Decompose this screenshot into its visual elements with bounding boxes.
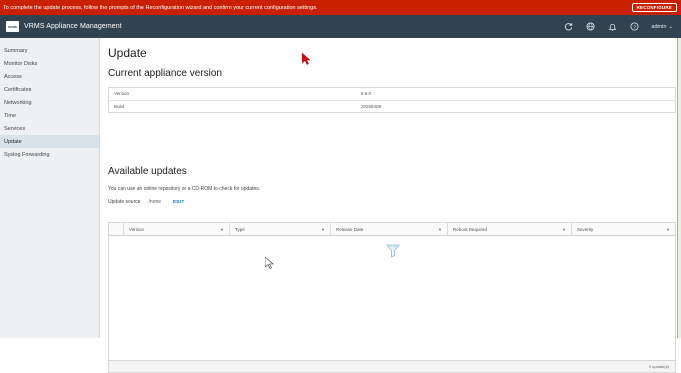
table-row: Build 20265408 — [109, 101, 675, 114]
empty-funnel-icon — [386, 244, 400, 258]
column-release-date[interactable]: Release Date ▼ — [330, 223, 447, 235]
mouse-pointer-icon — [265, 257, 274, 269]
version-value: 8.8.0 — [361, 91, 372, 97]
sidebar-item-monitor-disks[interactable]: Monitor Disks — [0, 57, 99, 70]
column-severity-label: Severity — [577, 226, 594, 232]
table-row: Version 8.8.0 — [109, 88, 675, 101]
select-column — [109, 223, 123, 235]
filter-icon[interactable]: ▼ — [438, 227, 442, 232]
build-value: 20265408 — [361, 104, 382, 110]
version-table: Version 8.8.0 Build 20265408 — [108, 87, 676, 113]
user-menu[interactable]: admin ⌄ — [651, 24, 673, 30]
svg-text:?: ? — [633, 24, 636, 30]
bell-icon[interactable] — [601, 15, 623, 38]
globe-icon[interactable] — [579, 15, 601, 38]
column-reboot-required[interactable]: Reboot Required ▼ — [447, 223, 571, 235]
column-version[interactable]: Version ▼ — [123, 223, 229, 235]
available-updates-heading: Available updates — [108, 166, 187, 177]
main-content: Update Current appliance version Version… — [108, 38, 677, 373]
sidebar-item-update[interactable]: Update — [0, 135, 99, 148]
column-reboot-required-label: Reboot Required — [453, 226, 488, 232]
current-version-heading: Current appliance version — [108, 68, 222, 79]
column-type-label: Type — [235, 226, 245, 232]
updates-datagrid: Version ▼ Type ▼ Release Date ▼ Reboot R… — [108, 222, 676, 373]
column-type[interactable]: Type ▼ — [229, 223, 330, 235]
window-edge — [677, 38, 681, 338]
update-source-row: Update source /none EDIT — [108, 199, 185, 205]
sidebar-item-access[interactable]: Access — [0, 70, 99, 83]
app-header: vmw VRMS Appliance Management ? admin ⌄ — [0, 15, 681, 38]
page-title: Update — [108, 46, 147, 60]
reconfigure-button[interactable]: RECONFIGURE — [631, 3, 677, 12]
build-key: Build — [114, 104, 125, 110]
column-release-date-label: Release Date — [336, 226, 364, 232]
app-title: VRMS Appliance Management — [24, 23, 122, 30]
sidebar-item-networking[interactable]: Networking — [0, 96, 99, 109]
sidebar: Summary Monitor Disks Access Certificate… — [0, 38, 100, 338]
sidebar-item-time[interactable]: Time — [0, 109, 99, 122]
filter-icon[interactable]: ▼ — [220, 227, 224, 232]
cursor-arrow-icon — [302, 53, 311, 65]
version-key: Version — [114, 91, 130, 97]
alert-banner: To complete the update process, follow t… — [0, 0, 681, 15]
update-source-value: /none — [148, 199, 162, 205]
datagrid-header: Version ▼ Type ▼ Release Date ▼ Reboot R… — [109, 223, 675, 236]
help-icon[interactable]: ? — [623, 15, 645, 38]
sidebar-item-certificates[interactable]: Certificates — [0, 83, 99, 96]
updates-description: You can use an online repository or a CD… — [108, 186, 261, 192]
filter-icon[interactable]: ▼ — [562, 227, 566, 232]
column-version-label: Version — [129, 226, 145, 232]
edit-button[interactable]: EDIT — [173, 199, 184, 205]
sidebar-item-syslog-forwarding[interactable]: Syslog Forwarding — [0, 148, 99, 161]
filter-icon[interactable]: ▼ — [666, 227, 670, 232]
column-severity[interactable]: Severity ▼ — [571, 223, 675, 235]
chevron-down-icon: ⌄ — [668, 23, 673, 30]
filter-icon[interactable]: ▼ — [321, 227, 325, 232]
alert-message: To complete the update process, follow t… — [3, 4, 318, 11]
datagrid-footer: 0 update(s) — [109, 360, 675, 372]
vmware-logo: vmw — [6, 21, 19, 32]
user-name: admin — [651, 23, 667, 30]
sidebar-item-services[interactable]: Services — [0, 122, 99, 135]
refresh-icon[interactable] — [557, 15, 579, 38]
sidebar-item-summary[interactable]: Summary — [0, 44, 99, 57]
update-source-label: Update source — [108, 199, 141, 205]
